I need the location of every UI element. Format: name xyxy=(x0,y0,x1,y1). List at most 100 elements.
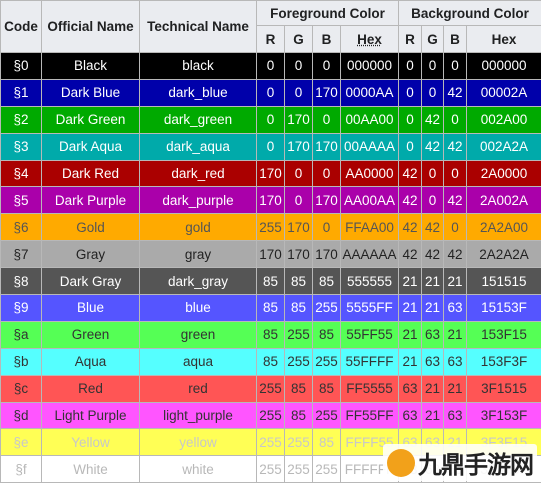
fg-r-cell: 0 xyxy=(256,132,285,161)
fg-b-cell: 0 xyxy=(312,213,341,242)
bg-hex-cell: 3F153F xyxy=(465,401,541,430)
header-bg-b[interactable]: B xyxy=(443,25,467,53)
fg-r-cell: 85 xyxy=(256,320,285,349)
header-bg-hex[interactable]: Hex xyxy=(465,25,541,53)
bg-hex-cell: 00002A xyxy=(465,78,541,107)
fg-hex-cell: AA0000 xyxy=(340,159,399,188)
bg-g-cell: 63 xyxy=(421,347,444,376)
bg-b-cell: 63 xyxy=(443,401,467,430)
fg-r-cell: 85 xyxy=(256,347,285,376)
table-row: §6 Gold gold 255 170 0 FFAA00 42 42 0 2A2A00 xyxy=(0,213,541,242)
table-row: §5 Dark Purple dark_purple 170 0 170 AA00AA 42 0… xyxy=(0,186,541,215)
bg-b-cell: 0 xyxy=(443,105,467,134)
header-bg-g[interactable]: G xyxy=(421,25,444,53)
official-name-cell: Dark Red xyxy=(41,159,140,188)
technical-name-cell: light_purple xyxy=(139,401,257,430)
bg-r-cell: 42 xyxy=(398,186,422,215)
bg-r-cell: 0 xyxy=(398,52,422,80)
code-cell: §9 xyxy=(0,294,42,322)
technical-name-cell: black xyxy=(139,52,257,80)
bg-b-cell: 21 xyxy=(443,374,467,403)
header-fg-r[interactable]: R xyxy=(256,25,285,53)
fg-b-cell: 170 xyxy=(312,240,341,269)
fg-r-cell: 170 xyxy=(256,240,285,269)
code-cell: §2 xyxy=(0,105,42,134)
bg-hex-cell: 3F1515 xyxy=(465,374,541,403)
bg-b-cell: 42 xyxy=(443,186,467,215)
code-cell: §d xyxy=(0,401,42,430)
technical-name-cell: green xyxy=(139,320,257,349)
bg-r-cell: 42 xyxy=(398,240,422,269)
header-technical-name[interactable]: Technical Name xyxy=(139,0,257,53)
bg-g-cell: 0 xyxy=(421,159,444,188)
bg-b-cell: 0 xyxy=(443,159,467,188)
fg-g-cell: 0 xyxy=(284,159,313,188)
fg-g-cell: 0 xyxy=(284,78,313,107)
technical-name-cell: red xyxy=(139,374,257,403)
header-fg-hex[interactable]: Hex xyxy=(340,25,399,53)
header-code[interactable]: Code xyxy=(0,0,42,53)
fg-b-cell: 170 xyxy=(312,186,341,215)
bg-r-cell: 0 xyxy=(398,78,422,107)
table-row: §7 Gray gray 170 170 170 AAAAAA 42 42 42 2A2A2A xyxy=(0,240,541,269)
official-name-cell: Aqua xyxy=(41,347,140,376)
table-row: §8 Dark Gray dark_gray 85 85 85 555555 21 21 21 15… xyxy=(0,267,541,296)
header-fg-b[interactable]: B xyxy=(312,25,341,53)
header-background-color: Background Color xyxy=(397,0,541,26)
technical-name-cell: white xyxy=(139,455,257,483)
bg-hex-cell: 2A0000 xyxy=(465,159,541,188)
fg-b-cell: 255 xyxy=(312,294,341,322)
bg-hex-cell: 2A2A00 xyxy=(465,213,541,242)
header-bg-r[interactable]: R xyxy=(398,25,422,53)
bg-hex-cell: 002A00 xyxy=(465,105,541,134)
code-cell: §a xyxy=(0,320,42,349)
fg-r-cell: 255 xyxy=(256,213,285,242)
fg-hex-cell: 55FFFF xyxy=(340,347,399,376)
code-cell: §b xyxy=(0,347,42,376)
bg-g-cell: 42 xyxy=(421,240,444,269)
fg-g-cell: 85 xyxy=(284,267,313,296)
table-row: §d Light Purple light_purple 255 85 255 FF55FF… xyxy=(0,401,541,430)
table-row: §1 Dark Blue dark_blue 0 0 170 0000AA 0 0 42 00002… xyxy=(0,78,541,107)
watermark-text: 九鼎手游网 xyxy=(418,451,534,479)
code-cell: §f xyxy=(0,455,42,483)
header-official-name[interactable]: Official Name xyxy=(41,0,140,53)
watermark-logo-icon xyxy=(387,448,415,477)
table-row: §3 Dark Aqua dark_aqua 0 170 170 00AAAA 0 42 42 00… xyxy=(0,132,541,161)
fg-hex-cell: FFAA00 xyxy=(340,213,399,242)
bg-r-cell: 21 xyxy=(398,294,422,322)
fg-b-cell: 255 xyxy=(312,401,341,430)
fg-b-cell: 255 xyxy=(312,347,341,376)
bg-g-cell: 21 xyxy=(421,401,444,430)
fg-g-cell: 255 xyxy=(284,428,313,457)
official-name-cell: Gold xyxy=(41,213,140,242)
official-name-cell: Dark Aqua xyxy=(41,132,140,161)
header-fg-g[interactable]: G xyxy=(284,25,313,53)
fg-r-cell: 0 xyxy=(256,52,285,80)
official-name-cell: Green xyxy=(41,320,140,349)
code-cell: §5 xyxy=(0,186,42,215)
technical-name-cell: blue xyxy=(139,294,257,322)
bg-hex-cell: 002A2A xyxy=(465,132,541,161)
fg-b-cell: 85 xyxy=(312,374,341,403)
fg-hex-cell: 555555 xyxy=(340,267,399,296)
bg-hex-cell: 2A2A2A xyxy=(465,240,541,269)
fg-r-cell: 255 xyxy=(256,374,285,403)
bg-r-cell: 63 xyxy=(398,374,422,403)
fg-g-cell: 85 xyxy=(284,374,313,403)
technical-name-cell: aqua xyxy=(139,347,257,376)
watermark: 九鼎手游网 xyxy=(383,444,537,481)
bg-b-cell: 21 xyxy=(443,267,467,296)
fg-b-cell: 0 xyxy=(312,159,341,188)
table-row: §c Red red 255 85 85 FF5555 63 21 21 3F1515 xyxy=(0,374,541,403)
fg-b-cell: 85 xyxy=(312,267,341,296)
color-codes-table: Code Official Name Technical Name Foregr… xyxy=(0,0,541,483)
fg-hex-cell: 00AAAA xyxy=(340,132,399,161)
fg-g-cell: 85 xyxy=(284,294,313,322)
fg-g-cell: 255 xyxy=(284,320,313,349)
official-name-cell: Dark Purple xyxy=(41,186,140,215)
official-name-cell: White xyxy=(41,455,140,483)
bg-r-cell: 0 xyxy=(398,105,422,134)
technical-name-cell: dark_green xyxy=(139,105,257,134)
bg-b-cell: 42 xyxy=(443,240,467,269)
